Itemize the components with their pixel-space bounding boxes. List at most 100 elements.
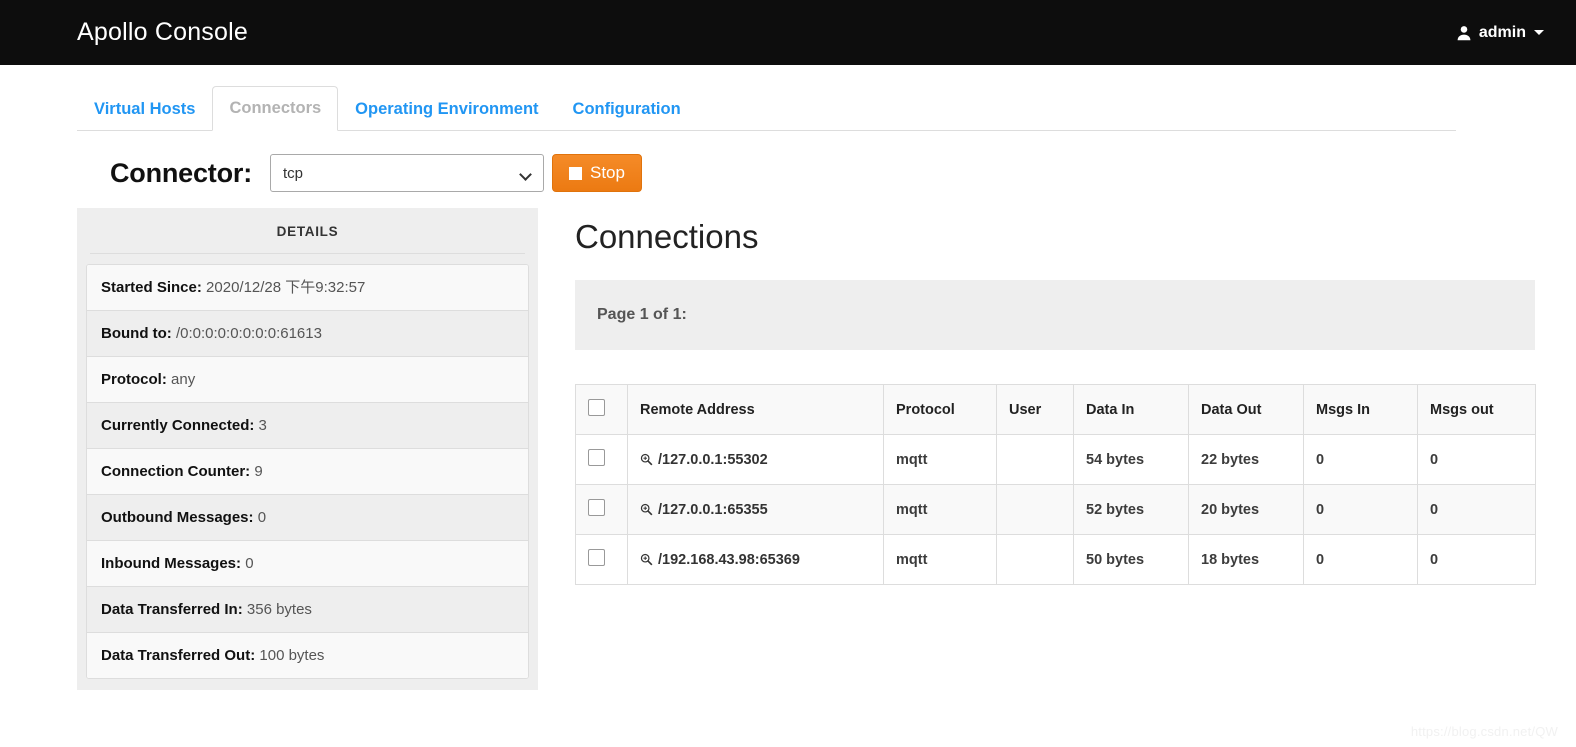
user-name: admin [1478,23,1526,41]
row-checkbox[interactable] [588,549,605,566]
column-header-remote-address[interactable]: Remote Address [627,384,884,435]
details-value: 9 [254,463,263,480]
details-value: /0:0:0:0:0:0:0:0:61613 [175,325,322,342]
tabs-container: Virtual Hosts Connectors Operating Envir… [0,65,1456,131]
cell-protocol: mqtt [883,534,997,585]
row-checkbox[interactable] [588,499,605,516]
connections-table: Remote Address Protocol User Data In Dat… [575,384,1536,585]
caret-down-icon [1534,30,1544,35]
tab-operating-environment[interactable]: Operating Environment [338,87,555,131]
cell-msgs-out: 0 [1417,534,1536,585]
details-label: Data Transferred In: [101,601,243,618]
user-menu-admin[interactable]: admin [1456,24,1544,42]
remote-address-link[interactable]: /192.168.43.98:65369 [658,552,800,568]
tab-virtual-hosts[interactable]: Virtual Hosts [77,87,212,131]
page-title: Connections [575,218,759,255]
connections-section: Connections Page 1 of 1: Remote Address … [575,208,1536,690]
cell-msgs-in: 0 [1303,434,1418,485]
details-value: 356 bytes [246,601,312,618]
nav-tabs: Virtual Hosts Connectors Operating Envir… [77,84,1456,131]
cell-remote-address: /127.0.0.1:55302 [627,434,884,485]
details-item-connection-counter: Connection Counter: 9 [87,449,528,495]
details-value: 100 bytes [259,647,325,664]
cell-protocol: mqtt [883,484,997,535]
column-header-protocol[interactable]: Protocol [883,384,997,435]
app-title: Apollo Console [77,18,248,46]
cell-msgs-in: 0 [1303,534,1418,585]
details-value: 3 [258,417,267,434]
remote-address-link[interactable]: /127.0.0.1:55302 [658,452,768,468]
details-item-bound-to: Bound to: /0:0:0:0:0:0:0:0:61613 [87,311,528,357]
column-header-user[interactable]: User [996,384,1074,435]
cell-data-out: 18 bytes [1188,534,1304,585]
stop-square-icon [569,166,582,180]
row-checkbox-cell [575,434,628,485]
cell-msgs-out: 0 [1417,434,1536,485]
cell-user [996,534,1074,585]
details-item-inbound-messages: Inbound Messages: 0 [87,541,528,587]
details-item-data-transferred-out: Data Transferred Out: 100 bytes [87,633,528,678]
cell-data-in: 50 bytes [1073,534,1189,585]
details-panel-title: DETAILS [90,217,525,254]
cell-user [996,484,1074,535]
table-row: /127.0.0.1:65355 mqtt 52 bytes 20 bytes … [575,484,1536,535]
connector-toolbar: Connector: tcp Stop [0,131,1576,192]
row-checkbox[interactable] [588,449,605,466]
details-panel: DETAILS Started Since: 2020/12/28 下午9:32… [77,208,538,690]
details-label: Started Since: [101,279,202,296]
row-checkbox-cell [575,484,628,535]
column-header-data-in[interactable]: Data In [1073,384,1189,435]
select-all-checkbox[interactable] [588,399,605,416]
row-checkbox-cell [575,534,628,585]
pagination-text: Page 1 of 1: [597,306,687,323]
cell-msgs-in: 0 [1303,484,1418,535]
cell-remote-address: /127.0.0.1:65355 [627,484,884,535]
main-content: DETAILS Started Since: 2020/12/28 下午9:32… [0,192,1576,690]
connector-label: Connector: [110,157,252,188]
details-label: Connection Counter: [101,463,251,480]
column-header-msgs-out[interactable]: Msgs out [1417,384,1536,435]
stop-button[interactable]: Stop [552,154,642,192]
cell-data-out: 22 bytes [1188,434,1304,485]
top-navbar: Apollo Console admin [0,0,1576,65]
cell-data-in: 52 bytes [1073,484,1189,535]
column-header-data-out[interactable]: Data Out [1188,384,1304,435]
watermark-text: https://blog.csdn.net/QW [1410,724,1558,739]
magnify-icon [640,553,653,566]
details-value: 2020/12/28 下午9:32:57 [206,279,366,296]
details-value: 0 [245,555,254,572]
details-item-data-transferred-in: Data Transferred In: 356 bytes [87,587,528,633]
connector-select-value: tcp [283,164,304,182]
details-value: 0 [257,509,267,526]
details-item-protocol: Protocol: any [87,357,528,403]
connector-select[interactable]: tcp [270,154,544,192]
tab-configuration[interactable]: Configuration [556,87,698,131]
details-label: Bound to: [101,325,172,342]
cell-remote-address: /192.168.43.98:65369 [627,534,884,585]
table-row: /127.0.0.1:55302 mqtt 54 bytes 22 bytes … [575,434,1536,485]
details-item-currently-connected: Currently Connected: 3 [87,403,528,449]
details-label: Currently Connected: [101,417,255,434]
column-header-msgs-in[interactable]: Msgs In [1303,384,1418,435]
chevron-down-icon [521,170,532,177]
magnify-icon [640,503,653,516]
tab-connectors[interactable]: Connectors [212,86,339,131]
column-header-select-all [575,384,628,435]
details-item-outbound-messages: Outbound Messages: 0 [87,495,528,541]
magnify-icon [640,453,653,466]
details-label: Inbound Messages: [101,555,242,572]
remote-address-link[interactable]: /127.0.0.1:65355 [658,502,768,518]
cell-data-out: 20 bytes [1188,484,1304,535]
table-row: /192.168.43.98:65369 mqtt 50 bytes 18 by… [575,534,1536,585]
details-label: Protocol: [101,371,167,388]
stop-button-label: Stop [590,163,625,182]
cell-protocol: mqtt [883,434,997,485]
details-label: Outbound Messages: [101,509,254,526]
cell-data-in: 54 bytes [1073,434,1189,485]
details-value: any [171,371,196,388]
cell-user [996,434,1074,485]
table-header-row: Remote Address Protocol User Data In Dat… [575,384,1536,435]
details-item-started-since: Started Since: 2020/12/28 下午9:32:57 [87,265,528,311]
details-label: Data Transferred Out: [101,647,256,664]
person-icon [1456,25,1472,41]
